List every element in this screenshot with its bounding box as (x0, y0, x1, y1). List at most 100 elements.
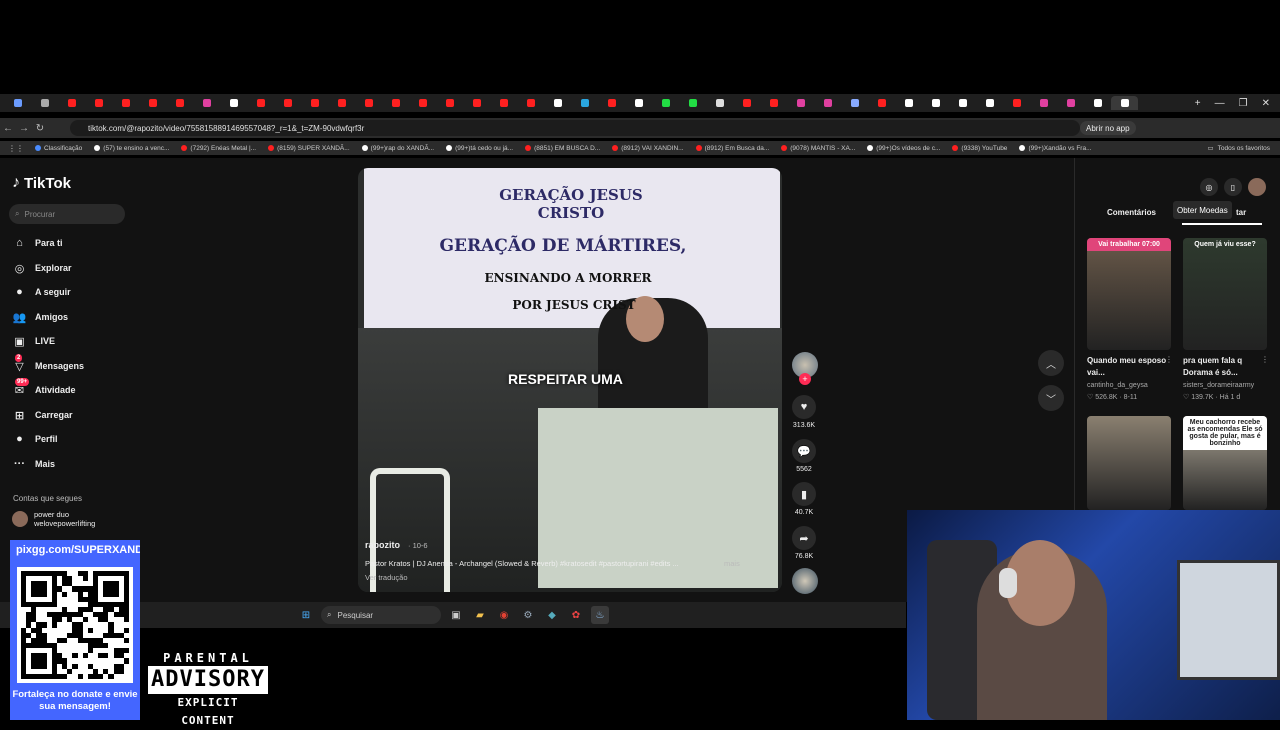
bookmark-item[interactable]: (7292) Enéas Metal |... (176, 145, 261, 152)
sidebar-item-messages[interactable]: ▽ 2 Mensagens (12, 353, 132, 376)
browser-tab[interactable] (463, 96, 490, 110)
browser-tab[interactable] (382, 96, 409, 110)
sidebar-item-upload[interactable]: ⊞ Carregar (12, 405, 132, 425)
bookmark-item[interactable]: (57) te ensino a venc... (89, 145, 174, 152)
search-input[interactable]: ⌕ Procurar (9, 204, 125, 224)
browser-tab[interactable] (1111, 96, 1138, 110)
browser-tab[interactable] (220, 96, 247, 110)
chrome-icon[interactable]: ◉ (495, 606, 513, 624)
browser-tab[interactable] (58, 96, 85, 110)
save-button[interactable]: ▮ 40.7K (791, 482, 817, 516)
open-in-app-button[interactable]: Abrir no app (1080, 121, 1136, 135)
browser-tab[interactable] (652, 96, 679, 110)
browser-tab[interactable] (436, 96, 463, 110)
browser-tab[interactable] (976, 96, 1003, 110)
coins-icon[interactable]: ◎ (1200, 178, 1218, 196)
browser-tab[interactable] (760, 96, 787, 110)
translate-link[interactable]: Ver tradução (365, 573, 408, 582)
like-button[interactable]: ♥ 313.6K (791, 395, 817, 429)
browser-tab[interactable] (679, 96, 706, 110)
sidebar-item-activity[interactable]: ✉ 99+ Atividade (12, 377, 132, 400)
video-thumbnail[interactable]: Meu cachorro recebe as encomendas Ele só… (1183, 416, 1267, 510)
browser-tab[interactable] (301, 96, 328, 110)
settings-icon[interactable]: ⚙ (519, 606, 537, 624)
url-field[interactable]: tiktok.com/@rapozito/video/7558158891469… (70, 120, 1080, 136)
browser-tab[interactable] (85, 96, 112, 110)
windows-start-icon[interactable]: ⊞ (297, 606, 315, 624)
browser-tab[interactable] (193, 96, 220, 110)
bookmark-item[interactable]: (9078) MANTIS - XA... (776, 145, 860, 152)
video-author[interactable]: rapozito (365, 540, 400, 550)
tab-more[interactable]: tar (1236, 208, 1246, 217)
forward-icon[interactable]: → (16, 123, 32, 134)
browser-tab[interactable] (868, 96, 895, 110)
browser-tab[interactable] (922, 96, 949, 110)
browser-tab[interactable] (949, 96, 976, 110)
maximize-icon[interactable]: ❐ (1239, 98, 1248, 109)
reload-icon[interactable]: ↻ (32, 123, 48, 134)
browser-tab[interactable] (1030, 96, 1057, 110)
bookmark-item[interactable]: (8912) VAI XANDIN... (607, 145, 688, 152)
bookmark-item[interactable]: (99+)rap do XANDÃ... (357, 145, 439, 152)
browser-tab[interactable] (355, 96, 382, 110)
file-explorer-icon[interactable]: ▰ (471, 606, 489, 624)
comment-button[interactable]: 💬 5562 (791, 439, 817, 473)
browser-tab[interactable] (706, 96, 733, 110)
previous-video-button[interactable]: ︿ (1038, 350, 1064, 376)
new-tab-icon[interactable]: + (1195, 98, 1201, 109)
browser-tab[interactable] (517, 96, 544, 110)
next-video-button[interactable]: ﹀ (1038, 385, 1064, 411)
minimize-icon[interactable]: — (1215, 98, 1225, 109)
description-more-link[interactable]: mais (724, 559, 740, 568)
taskbar-search[interactable]: ⌕ Pesquisar (321, 606, 441, 624)
browser-tab[interactable] (247, 96, 274, 110)
browser-tab[interactable] (1057, 96, 1084, 110)
browser-tab[interactable] (490, 96, 517, 110)
app-icon[interactable]: ◆ (543, 606, 561, 624)
tiktok-logo[interactable]: ♪ TikTok (12, 174, 71, 192)
browser-tab[interactable] (571, 96, 598, 110)
sidebar-item-friends[interactable]: 👥 Amigos (12, 307, 132, 327)
sidebar-item-profile[interactable]: ● Perfil (12, 429, 132, 449)
bookmark-item[interactable]: (8159) SUPER XANDÃ... (263, 145, 355, 152)
sidebar-item-home[interactable]: ⌂ Para ti (12, 233, 132, 253)
browser-tab[interactable] (409, 96, 436, 110)
close-window-icon[interactable]: ✕ (1262, 98, 1270, 109)
video-title[interactable]: Quando meu esposo vai... (1087, 355, 1169, 379)
share-button[interactable]: ➦ 76.8K (791, 526, 817, 560)
bookmark-item[interactable]: (9338) YouTube (947, 145, 1012, 152)
video-menu-icon[interactable]: ⋮ (1261, 355, 1269, 364)
bookmark-item[interactable]: Classificação (30, 145, 87, 152)
bookmark-item[interactable]: (8912) Em Busca da... (691, 145, 775, 152)
bookmark-item[interactable]: (99+)tá cedo ou já... (441, 145, 518, 152)
follow-plus-icon[interactable]: + (799, 373, 811, 385)
browser-tab[interactable] (544, 96, 571, 110)
browser-tab[interactable] (328, 96, 355, 110)
sidebar-item-compass[interactable]: ◎ Explorar (12, 258, 132, 278)
music-disc[interactable] (792, 568, 818, 594)
browser-tab[interactable] (598, 96, 625, 110)
bookmark-item[interactable]: (99+)Xandão vs Fra... (1014, 145, 1096, 152)
profile-avatar[interactable] (1248, 178, 1266, 196)
video-menu-icon[interactable]: ⋮ (1165, 355, 1173, 364)
browser-tab[interactable] (139, 96, 166, 110)
browser-tab[interactable] (31, 96, 58, 110)
browser-tab[interactable] (733, 96, 760, 110)
app-icon-red[interactable]: ✿ (567, 606, 585, 624)
video-author[interactable]: cantinho_da_geysa (1087, 382, 1148, 389)
back-icon[interactable]: ← (0, 123, 16, 134)
browser-tab[interactable] (4, 96, 31, 110)
browser-tab[interactable] (166, 96, 193, 110)
all-favorites-button[interactable]: ▭ Todos os favoritos (1201, 141, 1270, 155)
browser-tab[interactable] (625, 96, 652, 110)
tab-comments[interactable]: Comentários (1107, 208, 1156, 217)
browser-tab[interactable] (112, 96, 139, 110)
video-thumbnail[interactable]: Vai trabalhar 07:00 (1087, 238, 1171, 350)
video-title[interactable]: pra quem fala q Dorama é só... (1183, 355, 1265, 379)
sidebar-item-more[interactable]: ··· Mais (12, 454, 132, 474)
browser-tab[interactable] (1003, 96, 1030, 110)
bookmark-item[interactable]: (99+)Os vídeos de c... (862, 145, 945, 152)
browser-tab[interactable] (895, 96, 922, 110)
bookmark-item[interactable]: (8851) EM BUSCA D... (520, 145, 605, 152)
task-view-icon[interactable]: ▣ (447, 606, 465, 624)
